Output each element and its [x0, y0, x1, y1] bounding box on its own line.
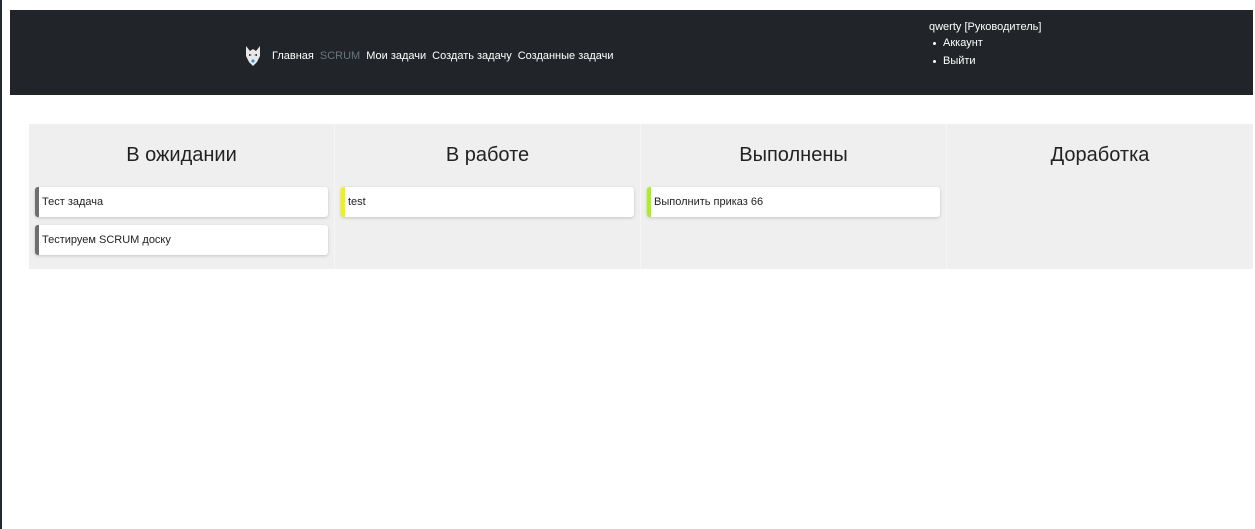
- column-title: Доработка: [1050, 144, 1150, 166]
- top-navbar: Главная SCRUM Мои задачи Создать задачу …: [10, 10, 1253, 95]
- user-name: qwerty [Руководитель]: [929, 21, 1042, 33]
- user-menu: qwerty [Руководитель] Аккаунт Выйти: [929, 21, 1041, 69]
- column-in-progress: В работе test: [335, 124, 641, 269]
- column-done: Выполнены Выполнить приказ 66: [641, 124, 947, 269]
- task-card[interactable]: test: [341, 187, 634, 217]
- nav-scrum-link[interactable]: SCRUM: [320, 50, 360, 62]
- logout-link[interactable]: Выйти: [932, 53, 1041, 69]
- task-card[interactable]: Тест задача: [35, 187, 328, 217]
- column-waiting: В ожидании Тест задача Тестируем SCRUM д…: [29, 124, 335, 269]
- task-card[interactable]: Выполнить приказ 66: [647, 187, 940, 217]
- scrum-board: В ожидании Тест задача Тестируем SCRUM д…: [29, 124, 1253, 269]
- task-card[interactable]: Тестируем SCRUM доску: [35, 225, 328, 255]
- nav-created-tasks-link[interactable]: Созданные задачи: [518, 50, 614, 62]
- column-title: Выполнены: [739, 144, 848, 166]
- nav-create-task-link[interactable]: Создать задачу: [432, 50, 512, 62]
- column-rework: Доработка: [947, 124, 1253, 269]
- column-title: В ожидании: [126, 144, 237, 166]
- nav-home-link[interactable]: Главная: [272, 50, 314, 62]
- column-title: В работе: [445, 144, 530, 166]
- wolf-logo-icon[interactable]: [244, 44, 262, 68]
- nav-my-tasks-link[interactable]: Мои задачи: [366, 50, 426, 62]
- main-nav: Главная SCRUM Мои задачи Создать задачу …: [244, 45, 614, 67]
- account-link[interactable]: Аккаунт: [932, 35, 1041, 51]
